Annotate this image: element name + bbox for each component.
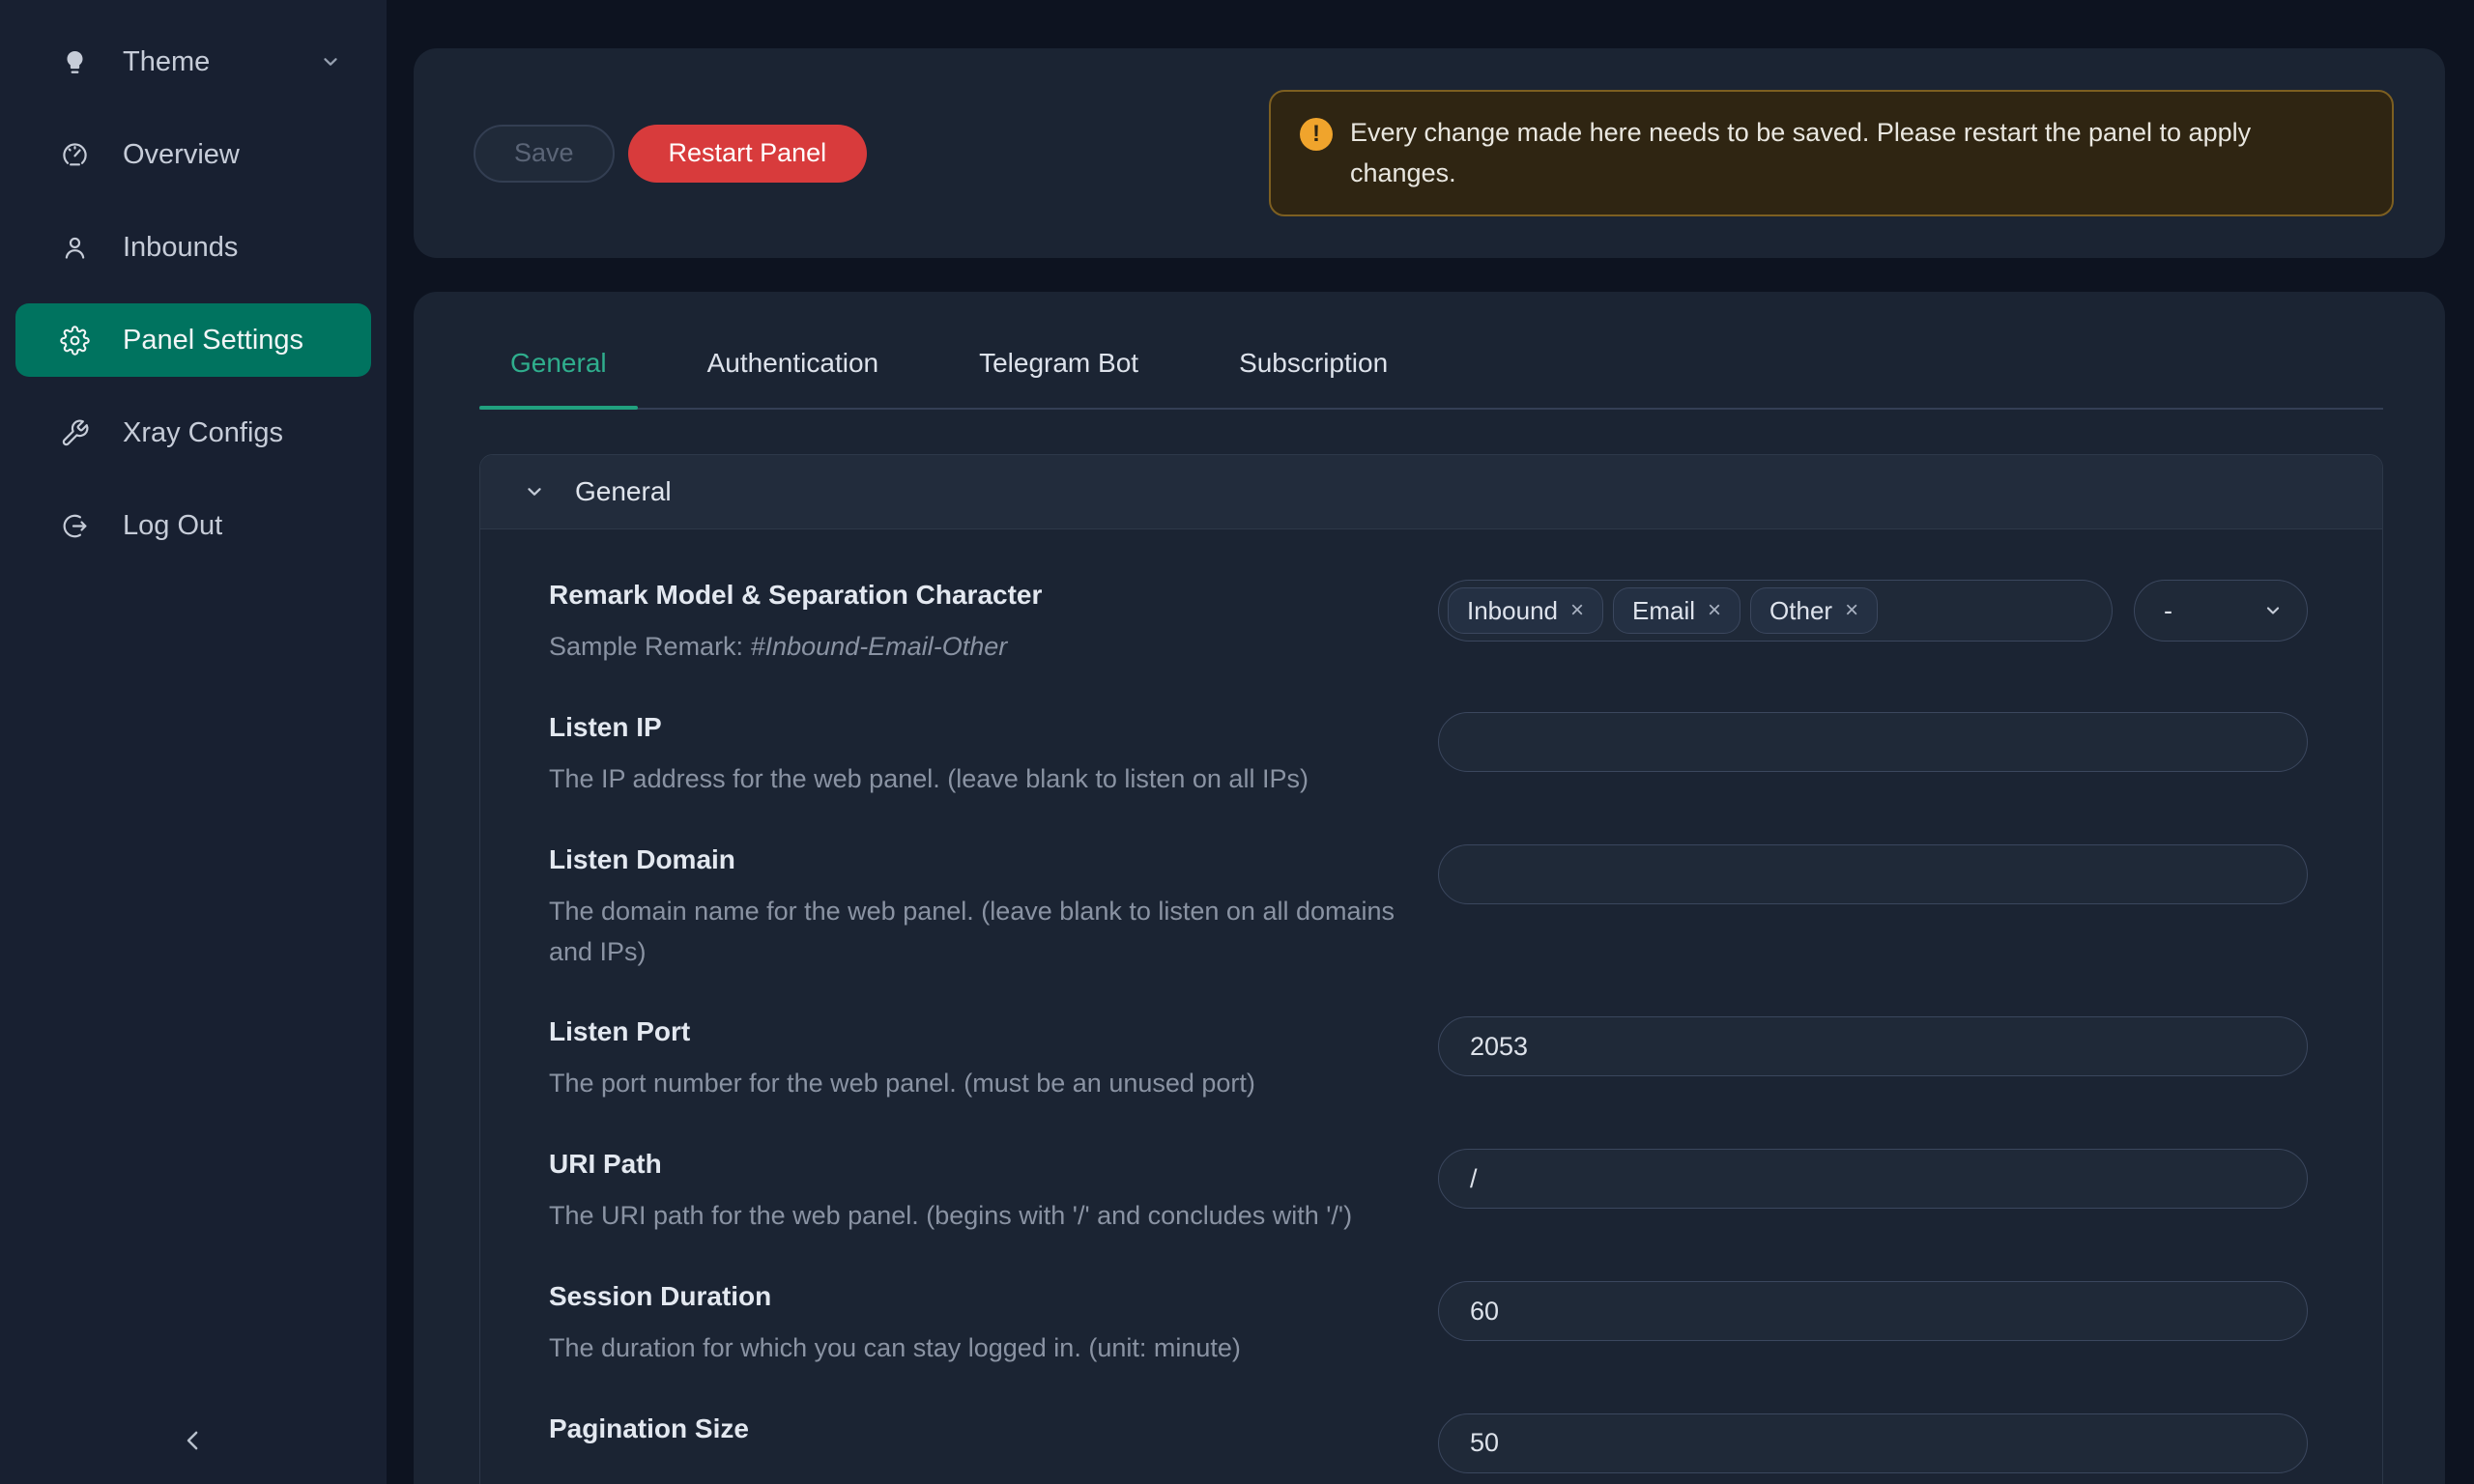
- general-collapse-panel: General Remark Model & Separation Charac…: [479, 454, 2383, 1484]
- gear-icon: [60, 326, 90, 356]
- chevron-down-icon: [2262, 600, 2284, 621]
- field-control: [1438, 1413, 2308, 1473]
- sidebar-item-overview[interactable]: Overview: [15, 118, 371, 191]
- wrench-icon: [60, 418, 90, 448]
- sample-remark-value: #Inbound-Email-Other: [751, 632, 1008, 661]
- field-description: The duration for which you can stay logg…: [549, 1328, 1399, 1369]
- form-row-pagination-size: Pagination Size: [549, 1413, 2382, 1473]
- tag-email: Email ×: [1613, 587, 1740, 634]
- user-icon: [60, 233, 90, 263]
- tag-remove-icon[interactable]: ×: [1708, 599, 1721, 622]
- sidebar-item-panel-settings[interactable]: Panel Settings: [15, 303, 371, 377]
- separator-select[interactable]: -: [2134, 580, 2308, 642]
- sidebar-item-label: Panel Settings: [123, 325, 303, 357]
- field-label: Remark Model & Separation Character: [549, 580, 1399, 611]
- tag-inbound: Inbound ×: [1448, 587, 1603, 634]
- sidebar: Theme Overview Inbounds Panel Settings Xray …: [0, 0, 387, 1484]
- form-row-remark-model: Remark Model & Separation Character Sampl…: [549, 580, 2382, 668]
- tab-subscription[interactable]: Subscription: [1208, 348, 1419, 408]
- field-control: [1438, 1149, 2308, 1209]
- sidebar-item-theme[interactable]: Theme: [15, 25, 371, 99]
- field-text: Remark Model & Separation Character Sampl…: [549, 580, 1438, 668]
- restart-panel-button[interactable]: Restart Panel: [628, 125, 868, 183]
- tag-label: Email: [1632, 596, 1695, 626]
- field-description: The URI path for the web panel. (begins …: [549, 1196, 1399, 1237]
- sidebar-item-inbounds[interactable]: Inbounds: [15, 211, 371, 284]
- chevron-down-icon: [523, 480, 546, 503]
- alert-text: Every change made here needs to be saved…: [1350, 113, 2336, 194]
- form-row-session-duration: Session Duration The duration for which y…: [549, 1281, 2382, 1369]
- dashboard-icon: [60, 140, 90, 170]
- session-duration-input[interactable]: [1438, 1281, 2308, 1341]
- form-row-uri-path: URI Path The URI path for the web panel. …: [549, 1149, 2382, 1237]
- field-label: Pagination Size: [549, 1413, 1399, 1444]
- tag-other: Other ×: [1750, 587, 1878, 634]
- form-row-listen-port: Listen Port The port number for the web p…: [549, 1016, 2382, 1104]
- warning-icon: !: [1300, 118, 1333, 151]
- field-label: Listen Domain: [549, 844, 1399, 875]
- general-collapse-header[interactable]: General: [480, 455, 2382, 529]
- form-row-listen-ip: Listen IP The IP address for the web pane…: [549, 712, 2382, 800]
- field-label: Session Duration: [549, 1281, 1399, 1312]
- settings-card: General Authentication Telegram Bot Subscri…: [414, 292, 2445, 1484]
- field-control: [1438, 712, 2308, 772]
- listen-port-input[interactable]: [1438, 1016, 2308, 1076]
- field-text: Session Duration The duration for which y…: [549, 1281, 1438, 1369]
- logout-icon: [60, 511, 90, 541]
- field-text: URI Path The URI path for the web panel. …: [549, 1149, 1438, 1237]
- sidebar-item-label: Theme: [123, 46, 210, 78]
- listen-domain-input[interactable]: [1438, 844, 2308, 904]
- tab-bar: General Authentication Telegram Bot Subscri…: [479, 348, 2383, 410]
- bulb-icon: [60, 47, 90, 77]
- chevron-left-icon: [179, 1426, 208, 1455]
- field-description: The IP address for the web panel. (leave…: [549, 759, 1399, 800]
- sidebar-nav: Theme Overview Inbounds Panel Settings Xray …: [0, 25, 387, 562]
- field-control: [1438, 1016, 2308, 1076]
- sidebar-item-xray-configs[interactable]: Xray Configs: [15, 396, 371, 470]
- form-row-listen-domain: Listen Domain The domain name for the web…: [549, 844, 2382, 973]
- pagination-size-input[interactable]: [1438, 1413, 2308, 1473]
- field-control: [1438, 844, 2308, 904]
- field-description: The port number for the web panel. (must…: [549, 1064, 1399, 1104]
- warning-alert: ! Every change made here needs to be sav…: [1269, 90, 2394, 217]
- tag-label: Inbound: [1467, 596, 1558, 626]
- sidebar-item-label: Overview: [123, 139, 240, 171]
- field-label: Listen IP: [549, 712, 1399, 743]
- field-text: Listen Domain The domain name for the web…: [549, 844, 1438, 973]
- sidebar-collapse-button[interactable]: [164, 1413, 222, 1470]
- field-description: The domain name for the web panel. (leav…: [549, 892, 1399, 973]
- field-text: Listen Port The port number for the web p…: [549, 1016, 1438, 1104]
- field-text: Pagination Size: [549, 1413, 1438, 1444]
- listen-ip-input[interactable]: [1438, 712, 2308, 772]
- sidebar-item-label: Xray Configs: [123, 417, 283, 449]
- tab-general[interactable]: General: [479, 348, 638, 408]
- remark-model-tags-input[interactable]: Inbound × Email × Other ×: [1438, 580, 2113, 642]
- field-label: Listen Port: [549, 1016, 1399, 1047]
- field-control: [1438, 1281, 2308, 1341]
- sidebar-item-label: Log Out: [123, 510, 222, 542]
- chevron-down-icon: [319, 50, 342, 73]
- separator-selected-value: -: [2164, 596, 2172, 626]
- section-title: General: [575, 476, 672, 507]
- field-control: Inbound × Email × Other × -: [1438, 580, 2308, 642]
- tab-authentication[interactable]: Authentication: [676, 348, 909, 408]
- sidebar-item-label: Inbounds: [123, 232, 238, 264]
- sidebar-item-log-out[interactable]: Log Out: [15, 489, 371, 562]
- toolbar-card: Save Restart Panel ! Every change made h…: [414, 48, 2445, 258]
- field-label: URI Path: [549, 1149, 1399, 1180]
- main-content: Save Restart Panel ! Every change made h…: [387, 0, 2474, 1484]
- tag-remove-icon[interactable]: ×: [1845, 599, 1858, 622]
- general-form: Remark Model & Separation Character Sampl…: [480, 529, 2382, 1484]
- tag-remove-icon[interactable]: ×: [1570, 599, 1584, 622]
- tag-label: Other: [1769, 596, 1832, 626]
- uri-path-input[interactable]: [1438, 1149, 2308, 1209]
- tab-telegram-bot[interactable]: Telegram Bot: [948, 348, 1169, 408]
- field-description: Sample Remark: #Inbound-Email-Other: [549, 627, 1399, 668]
- field-text: Listen IP The IP address for the web pane…: [549, 712, 1438, 800]
- save-button[interactable]: Save: [474, 125, 615, 183]
- app-root: Theme Overview Inbounds Panel Settings Xray …: [0, 0, 2474, 1484]
